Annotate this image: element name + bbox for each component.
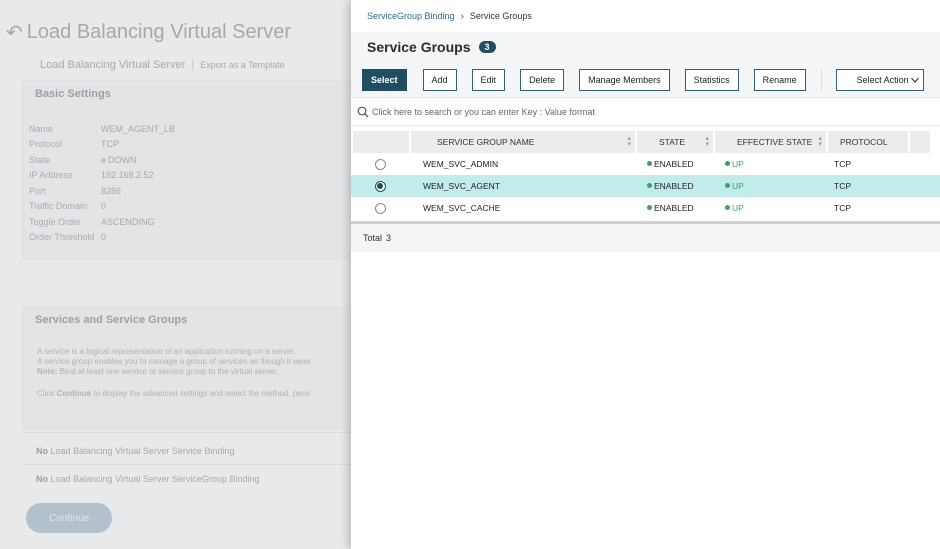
- status-dot-icon: [647, 205, 652, 210]
- drawer-title-row: Service Groups 3: [351, 32, 940, 62]
- state-text: ENABLED: [654, 159, 694, 169]
- status-dot-icon: [725, 161, 730, 166]
- header-select-column: [353, 131, 409, 153]
- effective-state-text: UP: [732, 159, 744, 169]
- table-header: SERVICE GROUP NAME ▴ ▾ STATE ▴ ▾ EFFECTIVE S…: [351, 131, 940, 153]
- chevron-down-icon: [910, 77, 919, 83]
- breadcrumb: ServiceGroup Binding › Service Groups: [351, 0, 940, 32]
- row-radio-cell[interactable]: [351, 158, 409, 170]
- cell-protocol: TCP: [834, 181, 851, 191]
- drawer-title: Service Groups: [367, 39, 471, 55]
- breadcrumb-current: Service Groups: [469, 11, 532, 21]
- cell-name: WEM_SVC_CACHE: [423, 203, 501, 213]
- count-badge: 3: [478, 41, 496, 53]
- table-row[interactable]: WEM_SVC_CACHE ENABLED UP TCP: [351, 197, 940, 219]
- delete-button[interactable]: Delete: [520, 68, 565, 91]
- search-input[interactable]: Click here to search or you can enter Ke…: [372, 107, 595, 117]
- service-groups-table: SERVICE GROUP NAME ▴ ▾ STATE ▴ ▾ EFFECTIVE S…: [351, 131, 940, 219]
- manage-members-button[interactable]: Manage Members: [579, 68, 670, 91]
- state-text: ENABLED: [654, 181, 694, 191]
- sort-icon: ▴ ▾: [818, 135, 822, 148]
- status-dot-icon: [647, 161, 652, 166]
- sort-icon: ▴ ▾: [627, 135, 631, 148]
- rename-button[interactable]: Rename: [753, 68, 806, 91]
- toolbar: Select Add Edit Delete Manage Members St…: [351, 62, 940, 98]
- cell-state: ENABLED: [635, 181, 713, 191]
- cell-name: WEM_SVC_ADMIN: [423, 159, 499, 169]
- chevron-right-icon: ›: [460, 10, 464, 22]
- header-label: EFFECTIVE STATE: [737, 137, 813, 147]
- row-radio-cell[interactable]: [351, 180, 409, 192]
- breadcrumb-servicegroup-binding[interactable]: ServiceGroup Binding: [367, 11, 455, 21]
- row-radio[interactable]: [374, 158, 386, 170]
- status-dot-icon: [725, 205, 730, 210]
- row-radio-cell[interactable]: [351, 202, 409, 214]
- header-protocol[interactable]: PROTOCOL: [828, 131, 908, 153]
- service-groups-drawer: ServiceGroup Binding › Service Groups Se…: [351, 0, 940, 549]
- table-row-selected[interactable]: WEM_SVC_AGENT ENABLED UP TCP: [351, 175, 940, 197]
- sort-icon: ▴ ▾: [705, 135, 709, 148]
- header-extra-column: [910, 131, 930, 153]
- select-button[interactable]: Select: [362, 68, 407, 91]
- header-label: PROTOCOL: [840, 137, 888, 147]
- header-effective-state[interactable]: EFFECTIVE STATE ▴ ▾: [715, 131, 826, 153]
- total-label: Total: [363, 233, 383, 243]
- cell-state: ENABLED: [635, 203, 713, 213]
- table-footer: Total 3: [351, 224, 940, 252]
- cell-effective-state: UP: [713, 159, 826, 169]
- select-action-dropdown[interactable]: Select Action: [835, 68, 924, 91]
- select-action-label: Select Action: [856, 74, 909, 85]
- add-button[interactable]: Add: [422, 68, 457, 91]
- table-row[interactable]: WEM_SVC_ADMIN ENABLED UP TCP: [351, 153, 940, 175]
- effective-state-text: UP: [732, 181, 744, 191]
- header-state[interactable]: STATE ▴ ▾: [637, 131, 713, 153]
- status-dot-icon: [725, 183, 730, 188]
- effective-state-text: UP: [732, 203, 744, 213]
- cell-name: WEM_SVC_AGENT: [423, 181, 500, 191]
- total-count: 3: [386, 233, 392, 243]
- row-radio[interactable]: [374, 202, 386, 214]
- edit-button[interactable]: Edit: [471, 68, 506, 91]
- state-text: ENABLED: [654, 203, 694, 213]
- divider: [820, 68, 822, 91]
- row-radio-checked[interactable]: [374, 180, 386, 192]
- cell-protocol: TCP: [834, 159, 851, 169]
- header-service-group-name[interactable]: SERVICE GROUP NAME ▴ ▾: [411, 131, 635, 153]
- search-bar[interactable]: Click here to search or you can enter Ke…: [351, 98, 940, 126]
- search-icon: [357, 106, 369, 117]
- cell-effective-state: UP: [713, 181, 826, 191]
- cell-state: ENABLED: [635, 159, 713, 169]
- status-dot-icon: [647, 183, 652, 188]
- cell-effective-state: UP: [713, 203, 826, 213]
- header-label: STATE: [659, 137, 686, 147]
- cell-protocol: TCP: [834, 203, 851, 213]
- statistics-button[interactable]: Statistics: [684, 68, 739, 91]
- header-label: SERVICE GROUP NAME: [437, 137, 535, 147]
